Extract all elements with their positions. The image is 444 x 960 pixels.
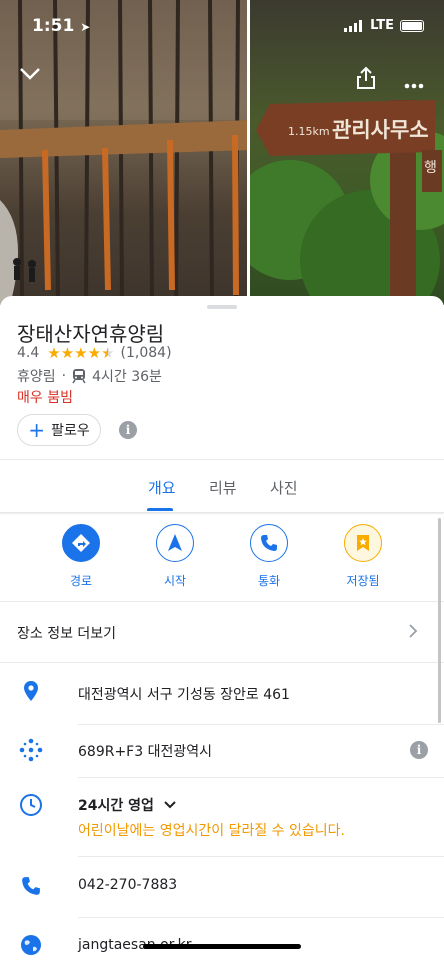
star-icon: ★	[47, 343, 61, 362]
review-count: (1,084)	[120, 345, 172, 361]
rating-row[interactable]: 4.4 ★ ★ ★ ★ ★ (1,084)	[17, 345, 172, 361]
star-icon: ★	[87, 343, 102, 362]
phone-text: 042-270-7883	[78, 877, 178, 893]
tabs-shadow	[0, 512, 444, 515]
drag-handle[interactable]	[207, 305, 237, 309]
start-label: 시작	[163, 574, 187, 588]
website-row[interactable]: jangtaesan.or.kr	[0, 918, 444, 960]
follow-label: 팔로우	[51, 423, 90, 439]
status-time-text: 1:51	[32, 16, 75, 36]
hours-title: 24시간 영업	[78, 795, 176, 815]
more-info-row[interactable]: 장소 정보 더보기	[0, 602, 444, 662]
place-title: 장태산자연휴양림	[17, 322, 165, 346]
phone-icon	[18, 873, 44, 899]
directions-icon	[62, 524, 100, 562]
tab-bar: 개요 리뷰 사진	[0, 462, 444, 512]
call-button[interactable]: 통화	[229, 524, 309, 589]
phone-row[interactable]: 042-270-7883	[0, 857, 444, 917]
transit-icon	[72, 369, 86, 384]
rating-value: 4.4	[17, 345, 40, 361]
place-details-screen: 1.15km 관리사무소 행 1:51 ➤ LTE 장태산자연휴양림 4.4 ★…	[0, 0, 444, 960]
star-half-icon: ★	[101, 343, 115, 362]
star-icon: ★	[74, 343, 88, 362]
plus-icon: +	[28, 418, 46, 442]
chevron-right-icon	[408, 620, 418, 644]
tab-indicator	[147, 508, 173, 511]
battery-icon	[400, 19, 424, 32]
follow-button[interactable]: + 팔로우	[17, 414, 101, 446]
plus-code-text: 689R+F3 대전광역시	[78, 744, 212, 760]
sign-side-text: 행	[424, 160, 437, 176]
globe-icon	[18, 932, 44, 958]
status-indicators: LTE	[344, 18, 424, 33]
start-navigation-button[interactable]: 시작	[135, 524, 215, 589]
info-icon[interactable]: i	[119, 421, 137, 439]
scrollbar[interactable]	[438, 518, 441, 723]
divider	[0, 459, 444, 460]
location-arrow-icon: ➤	[80, 20, 91, 34]
hours-status: 24시간 영업	[78, 798, 154, 814]
saved-label: 저장됨	[346, 574, 380, 588]
signal-icon	[344, 19, 363, 32]
status-bar: 1:51 ➤ LTE	[0, 0, 444, 52]
saved-button[interactable]: 저장됨	[323, 524, 403, 589]
sign-distance-text: 1.15km	[288, 125, 330, 138]
category-label: 휴양림	[17, 369, 56, 385]
hours-row[interactable]: 24시간 영업 어린이날에는 영업시간이 달라질 수 있습니다.	[0, 778, 444, 856]
separator: ·	[61, 368, 67, 384]
transit-time: 4시간 36분	[92, 369, 162, 385]
star-rating: ★ ★ ★ ★ ★	[47, 343, 115, 362]
navigation-icon	[156, 524, 194, 562]
star-icon: ★	[60, 343, 75, 362]
more-icon[interactable]	[404, 74, 424, 93]
phone-icon	[250, 524, 288, 562]
chevron-down-icon[interactable]	[164, 801, 176, 809]
address-text: 대전광역시 서구 기성동 장안로 461	[78, 687, 290, 703]
category-row: 휴양림 · 4시간 36분	[17, 366, 162, 386]
chevron-down-icon[interactable]	[19, 66, 41, 85]
sign-title-text: 관리사무소	[332, 118, 429, 142]
location-pin-icon	[18, 678, 44, 704]
tab-overview[interactable]: 개요	[148, 477, 176, 498]
call-label: 통화	[257, 574, 281, 588]
tab-reviews[interactable]: 리뷰	[209, 477, 237, 498]
quick-actions: 경로 시작 통화 저장됨	[0, 524, 444, 594]
directions-button[interactable]: 경로	[41, 524, 121, 589]
home-indicator[interactable]	[143, 944, 301, 949]
tab-photos[interactable]: 사진	[270, 477, 298, 498]
saved-icon	[344, 524, 382, 562]
clock-icon	[18, 792, 44, 818]
busy-status: 매우 붐빔	[17, 390, 73, 406]
directions-label: 경로	[69, 574, 93, 588]
place-sheet: 장태산자연휴양림 4.4 ★ ★ ★ ★ ★ (1,084) 휴양림 · 4시간	[0, 296, 444, 960]
address-row[interactable]: 대전광역시 서구 기성동 장안로 461	[0, 663, 444, 723]
plus-code-icon	[18, 737, 44, 763]
hours-note: 어린이날에는 영업시간이 달라질 수 있습니다.	[78, 823, 345, 839]
network-type: LTE	[370, 18, 394, 33]
more-info-label: 장소 정보 더보기	[17, 626, 117, 642]
status-time: 1:51 ➤	[32, 16, 90, 36]
plus-code-row[interactable]: 689R+F3 대전광역시 i	[0, 725, 444, 777]
share-icon[interactable]	[355, 66, 377, 94]
info-icon[interactable]: i	[410, 741, 428, 759]
